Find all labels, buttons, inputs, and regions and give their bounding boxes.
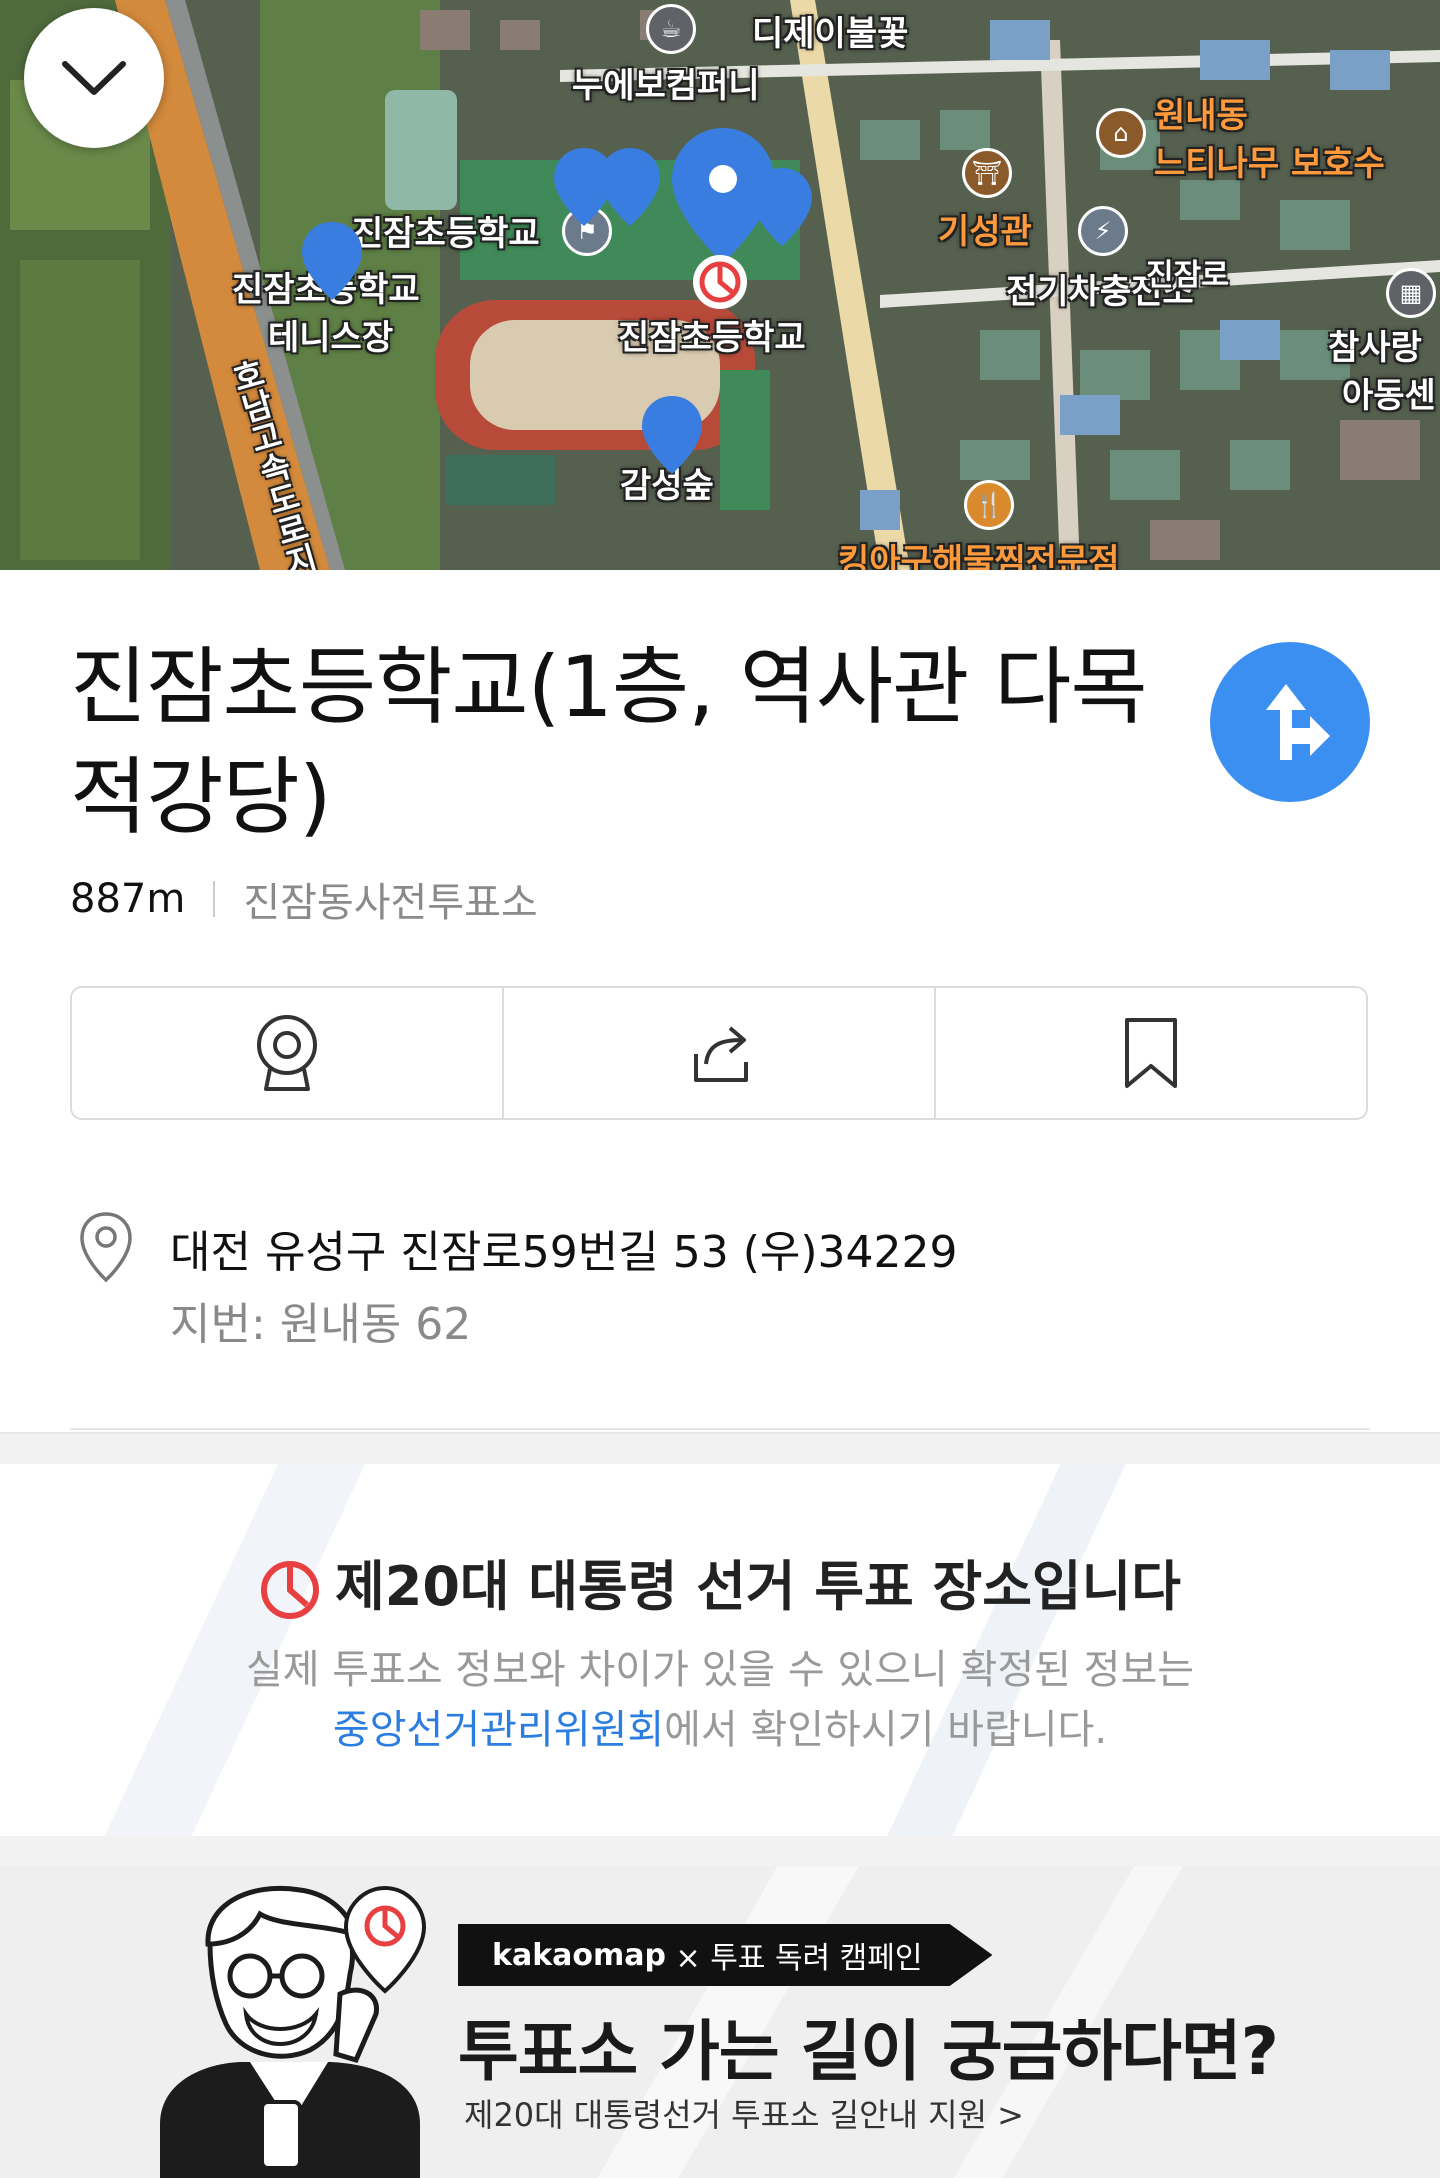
directions-button[interactable] [1210,642,1370,802]
vote-desc-line2: 중앙선거관리위원회에서 확인하시기 바랍니다. [0,1700,1440,1760]
ev-charger-poi-icon[interactable]: ⚡ [1078,206,1128,256]
map-label-tennis[interactable]: 테니스장 [268,310,393,359]
restaurant-poi-icon[interactable]: 🍴 [964,480,1014,530]
landmark-poi-icon[interactable]: ⌂ [1096,108,1146,158]
cafe-poi-icon[interactable]: ☕ [646,4,696,54]
banner-link[interactable]: 제20대 대통령선거 투표소 길안내 지원 > [464,2090,1024,2136]
roadview-button[interactable] [72,988,502,1118]
save-bookmark-button[interactable] [934,988,1366,1118]
bookmark-icon [1125,1018,1177,1088]
map-label-wonnae[interactable]: 원내동 [1154,88,1248,137]
section-gap [0,1836,1440,1866]
place-title: 진잠초등학교(1층, 역사관 다목적강당) [70,638,1148,846]
road-address[interactable]: 대전 유성구 진잠로59번길 53 (우)34229 [170,1216,958,1280]
category-text: 진잠동사전투표소 [243,880,538,926]
section-gap [0,1432,1440,1466]
map-label-nuebo[interactable]: 누에보컴퍼니 [572,58,760,107]
vote-notice-heading: 제20대 대통령 선거 투표 장소입니다 [0,1542,1440,1621]
nec-link[interactable]: 중앙선거관리위원회 [333,1707,664,1753]
campaign-tag: kakaomap × 투표 독려 캠페인 [458,1924,993,1986]
map-pin-icon[interactable] [300,220,364,302]
vote-notice-section: 제20대 대통령 선거 투표 장소입니다 실제 투표소 정보와 차이가 있을 수… [0,1464,1440,1836]
vote-place-marker-icon[interactable] [690,252,750,312]
distance-text: 887m [70,876,186,922]
roadview-camera-icon [257,1015,317,1091]
jibun-address: 지번: 원내동 62 [170,1299,472,1350]
vote-mark-icon [261,1561,320,1620]
campaign-tag-text: × 투표 독려 캠페인 [675,1941,923,1976]
vote-bubble-icon [343,1885,427,1994]
vote-campaign-banner[interactable]: kakaomap × 투표 독려 캠페인 투표소 가는 길이 궁금하다면? 제2… [0,1866,1440,2178]
map-label-road: 진잠로 [1146,258,1229,293]
action-bar [70,986,1368,1120]
kakaomap-brand: kakaomap [492,1937,666,1973]
directions-arrow-icon [1266,684,1330,760]
location-pin-icon [80,1212,132,1283]
vote-notice-description: 실제 투표소 정보와 차이가 있을 수 있으니 확정된 정보는 중앙선거관리위원… [0,1640,1440,1760]
map-label-dijei[interactable]: 디제이불꽃 [752,6,908,55]
vote-heading-text: 제20대 대통령 선거 투표 장소입니다 [335,1555,1181,1618]
collapse-sheet-button[interactable] [24,8,164,148]
map-label-restaurant[interactable]: 킹아구해물찜전문점 [838,534,1120,570]
building-poi-icon[interactable]: ▦ [1386,268,1436,318]
map-label-giseong[interactable]: 기성관 [938,204,1032,253]
map-label-school-top[interactable]: 진잠초등학교 [352,206,540,255]
heritage-poi-icon[interactable]: ⛩ [962,148,1012,198]
vote-desc-line2-rest: 에서 확인하시기 바랍니다. [664,1707,1108,1753]
section-divider [70,1428,1370,1430]
map-label-adong[interactable]: 아동센 [1342,368,1436,417]
share-icon [694,1026,748,1082]
map-label-school-main[interactable]: 진잠초등학교 [618,310,806,359]
map-pin-icon[interactable] [640,394,704,476]
chevron-down-icon [62,61,126,95]
place-meta: 887m 진잠동사전투표소 [70,870,538,928]
map-label-neutinamu[interactable]: 느티나무 보호수 [1154,136,1385,185]
map-view[interactable]: 디제이불꽃 누에보컴퍼니 원내동 느티나무 보호수 진잠초등학교 기성관 진잠초… [0,0,1440,570]
map-pin-icon[interactable] [598,146,662,228]
vote-desc-line1: 실제 투표소 정보와 차이가 있을 수 있으니 확정된 정보는 [245,1647,1195,1693]
share-button[interactable] [502,988,934,1118]
map-label-chamsarang[interactable]: 참사랑 [1328,320,1422,369]
banner-title: 투표소 가는 길이 궁금하다면? [458,2013,1279,2090]
meta-divider [213,881,216,917]
selected-place-pin-icon[interactable] [668,124,778,266]
